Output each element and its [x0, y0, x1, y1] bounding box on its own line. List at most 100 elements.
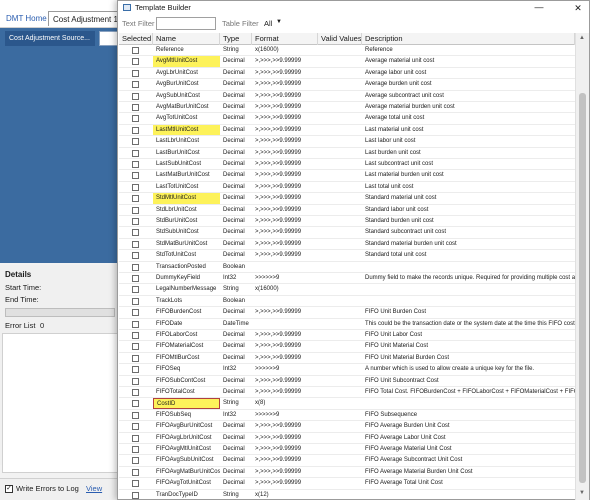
error-list-box[interactable] — [2, 333, 120, 473]
table-row[interactable]: TranDocTypeID String x(12) — [119, 490, 575, 500]
column-header-description[interactable]: Description — [362, 33, 575, 45]
vertical-scrollbar[interactable]: ▲ ▼ — [575, 33, 589, 500]
table-row[interactable]: LastBurUnitCost Decimal >,>>>,>>9.99999 Las… — [119, 148, 575, 159]
row-select-checkbox[interactable] — [132, 400, 139, 408]
chevron-down-icon[interactable]: ▼ — [276, 19, 282, 25]
table-row[interactable]: FIFODate DateTime This could be the transa… — [119, 319, 575, 330]
table-row[interactable]: TrackLots Boolean — [119, 296, 575, 308]
row-select-checkbox[interactable] — [132, 81, 139, 89]
row-select-checkbox[interactable] — [132, 423, 139, 431]
column-header-type[interactable]: Type — [220, 33, 252, 45]
table-row[interactable]: LastSubUnitCost Decimal >,>>>,>>9.99999 Las… — [119, 159, 575, 171]
table-filter-select[interactable]: All — [264, 19, 272, 28]
scroll-up-icon[interactable]: ▲ — [579, 35, 585, 41]
table-row[interactable]: StdBurUnitCost Decimal >,>>>,>>9.99999 Stan… — [119, 216, 575, 228]
table-row[interactable]: FIFOMtlBurCost Decimal >,>>>,>>9.99999 FIFO… — [119, 353, 575, 365]
table-row[interactable]: StdMatBurUnitCost Decimal >,>>>,>>9.99999 S… — [119, 239, 575, 251]
table-row[interactable]: LastTotUnitCost Decimal >,>>>,>>9.99999 Las… — [119, 182, 575, 194]
table-row[interactable]: Reference String x(16000) Reference — [119, 45, 575, 57]
table-row[interactable]: StdTotUnitCost Decimal >,>>>,>>9.99999 Stan… — [119, 250, 575, 262]
row-select-checkbox[interactable] — [132, 343, 139, 351]
row-select-checkbox[interactable] — [132, 434, 139, 442]
table-row[interactable]: LastMatBurUnitCost Decimal >,>>>,>>9.99999… — [119, 170, 575, 182]
row-select-checkbox[interactable] — [132, 480, 139, 488]
row-select-checkbox[interactable] — [132, 47, 139, 54]
table-row[interactable]: LastMtlUnitCost Decimal >,>>>,>>9.99999 Las… — [119, 124, 575, 137]
row-select-checkbox[interactable] — [132, 389, 139, 396]
table-row[interactable]: LastLbrUnitCost Decimal >,>>>,>>9.99999 Las… — [119, 136, 575, 148]
table-row[interactable]: FIFOAvgTotUnitCost Decimal >,>>>,>>9.99999… — [119, 478, 575, 490]
minimize-button[interactable]: — — [530, 1, 548, 15]
table-row[interactable]: AvgMtlUnitCost Decimal >,>>>,>>9.99999 Aver… — [119, 56, 575, 68]
row-select-checkbox[interactable] — [132, 115, 139, 123]
close-button[interactable]: ✕ — [568, 1, 588, 15]
row-select-checkbox[interactable] — [132, 138, 139, 146]
row-select-checkbox[interactable] — [132, 377, 139, 385]
row-select-checkbox[interactable] — [132, 206, 139, 214]
row-select-checkbox[interactable] — [132, 172, 139, 180]
row-select-checkbox[interactable] — [132, 195, 139, 203]
row-select-checkbox[interactable] — [132, 126, 139, 134]
tab-dmt-home[interactable]: DMT Home — [2, 11, 51, 26]
row-select-checkbox[interactable] — [132, 297, 139, 305]
row-select-checkbox[interactable] — [132, 275, 139, 282]
row-select-checkbox[interactable] — [132, 218, 139, 225]
table-row[interactable]: FIFOAvgSubUnitCost Decimal >,>>>,>>9.99999… — [119, 455, 575, 467]
row-select-checkbox[interactable] — [132, 354, 139, 362]
table-row[interactable]: FIFOAvgMatBurUnitCost Decimal >,>>>,>>9.99… — [119, 467, 575, 479]
table-row[interactable]: FIFOSubContCost Decimal >,>>>,>>9.99999 FIF… — [119, 376, 575, 387]
table-row[interactable]: FIFOSubSeq Int32 >>>>>>9 FIFO Subsequence — [119, 410, 575, 422]
cost-adjustment-source-button[interactable]: Cost Adjustment Source... — [5, 31, 95, 46]
table-row[interactable]: AvgLbrUnitCost Decimal >,>>>,>>9.99999 Aver… — [119, 68, 575, 80]
column-header-valid-values[interactable]: Valid Values — [318, 33, 362, 45]
row-select-checkbox[interactable] — [132, 161, 139, 168]
table-row[interactable]: AvgSubUnitCost Decimal >,>>>,>>9.99999 Aver… — [119, 91, 575, 102]
row-select-checkbox[interactable] — [132, 263, 139, 271]
row-select-checkbox[interactable] — [132, 446, 139, 453]
table-row[interactable]: AvgTotUnitCost Decimal >,>>>,>>9.99999 Aver… — [119, 113, 575, 125]
table-row[interactable]: FIFOSeq Int32 >>>>>>9 A number which is use… — [119, 364, 575, 376]
row-select-checkbox[interactable] — [132, 468, 139, 476]
row-select-checkbox[interactable] — [132, 149, 139, 157]
table-row[interactable]: AvgBurUnitCost Decimal >,>>>,>>9.99999 Aver… — [119, 79, 575, 91]
row-select-checkbox[interactable] — [132, 320, 139, 328]
table-row[interactable]: StdLbrUnitCost Decimal >,>>>,>>9.99999 Stan… — [119, 205, 575, 216]
table-row[interactable]: AvgMatBurUnitCost Decimal >,>>>,>>9.99999 A… — [119, 102, 575, 114]
column-header-selected[interactable]: Selected — [119, 33, 153, 45]
table-row[interactable]: StdSubUnitCost Decimal >,>>>,>>9.99999 Stan… — [119, 227, 575, 239]
table-row[interactable]: StdMtlUnitCost Decimal >,>>>,>>9.99999 Stan… — [119, 193, 575, 205]
row-select-checkbox[interactable] — [132, 252, 139, 260]
table-row[interactable]: FIFOAvgMtlUnitCost Decimal >,>>>,>>9.99999… — [119, 444, 575, 456]
table-row[interactable]: TransactionPosted Boolean — [119, 262, 575, 273]
text-filter-input[interactable] — [156, 17, 216, 30]
table-row[interactable]: FIFOTotalCost Decimal >,>>>,>>9.99999 FIFO … — [119, 387, 575, 399]
table-row[interactable]: FIFOAvgLbrUnitCost Decimal >,>>>,>>9.99999… — [119, 433, 575, 444]
scroll-down-icon[interactable]: ▼ — [579, 490, 585, 496]
view-log-link[interactable]: View — [86, 484, 102, 493]
row-select-checkbox[interactable] — [132, 457, 139, 465]
row-select-checkbox[interactable] — [132, 491, 139, 499]
row-select-checkbox[interactable] — [132, 229, 139, 237]
table-row[interactable]: CostID String x(8) — [119, 398, 575, 410]
table-row[interactable]: FIFOBurdenCost Decimal >,>>>,>>9.99999 FIFO… — [119, 307, 575, 319]
row-select-checkbox[interactable] — [132, 69, 139, 77]
column-header-name[interactable]: Name — [153, 33, 220, 45]
row-select-checkbox[interactable] — [132, 366, 139, 374]
row-select-checkbox[interactable] — [132, 183, 139, 191]
row-select-checkbox[interactable] — [132, 332, 139, 339]
row-select-checkbox[interactable] — [132, 104, 139, 111]
scroll-thumb[interactable] — [579, 93, 586, 483]
table-row[interactable]: DummyKeyField Int32 >>>>>>9 Dummy field to … — [119, 273, 575, 285]
row-select-checkbox[interactable] — [132, 92, 139, 100]
row-select-checkbox[interactable] — [132, 309, 139, 317]
table-row[interactable]: LegalNumberMessage String x(16000) — [119, 284, 575, 296]
table-row[interactable]: FIFOMaterialCost Decimal >,>>>,>>9.99999 FI… — [119, 341, 575, 353]
table-row[interactable]: FIFOAvgBurUnitCost Decimal >,>>>,>>9.99999… — [119, 421, 575, 433]
tab-cost-adjustment[interactable]: Cost Adjustment 1 — [48, 11, 123, 26]
row-select-checkbox[interactable] — [132, 411, 139, 419]
row-select-checkbox[interactable] — [132, 58, 139, 66]
row-select-checkbox[interactable] — [132, 240, 139, 248]
row-select-checkbox[interactable] — [132, 286, 139, 294]
write-errors-checkbox[interactable]: ✓ — [5, 485, 13, 493]
table-row[interactable]: FIFOLaborCost Decimal >,>>>,>>9.99999 FIFO … — [119, 330, 575, 342]
